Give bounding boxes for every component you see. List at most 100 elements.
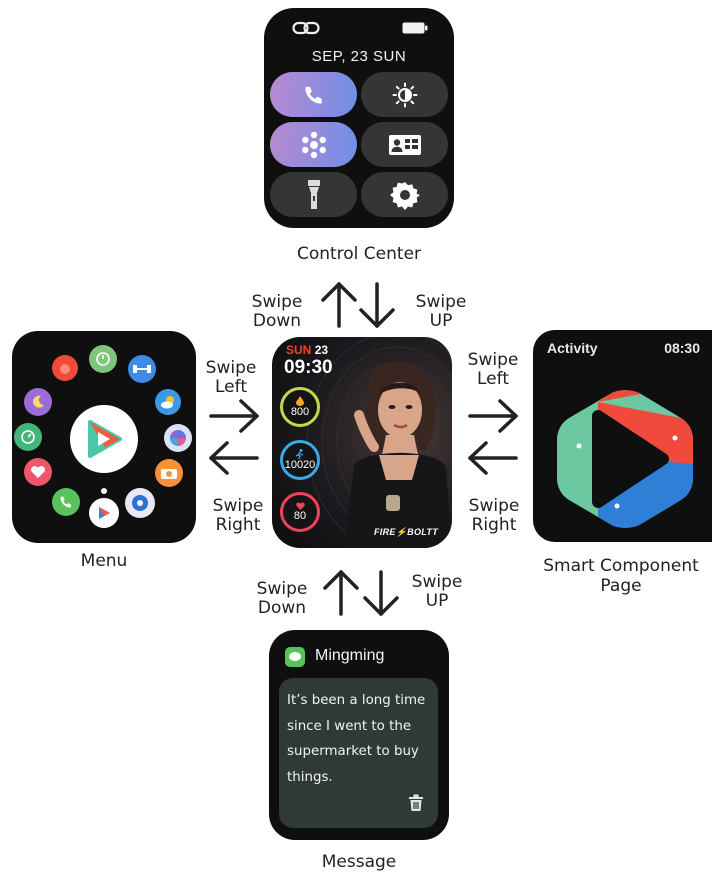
- message-line: It’s been a long time: [287, 693, 426, 708]
- gesture-direction: Right: [215, 515, 261, 535]
- time-display: 09:30: [284, 357, 333, 378]
- steps-value: 10020: [284, 459, 316, 471]
- smart-caption-line1: Smart Component: [543, 556, 699, 576]
- camera-app[interactable]: [155, 459, 183, 487]
- status-bar: [292, 20, 428, 38]
- message-watch: Mingming It’s been a long time since I w…: [269, 630, 449, 840]
- flashlight-tile[interactable]: [270, 172, 357, 217]
- id-card-tile[interactable]: [361, 122, 448, 167]
- vertical-arrows-top: [321, 282, 395, 328]
- brightness-icon: [392, 82, 418, 108]
- flashlight-icon: [307, 179, 321, 211]
- gesture-right-bottom: Swipe Right: [462, 497, 526, 535]
- sleep-app[interactable]: [24, 388, 52, 416]
- activity-title: Activity: [547, 340, 598, 356]
- tomato-icon: [58, 361, 72, 375]
- gesture-word: Swipe: [251, 292, 303, 312]
- day-number: 23: [314, 343, 329, 357]
- clock-icon: [95, 351, 111, 367]
- gesture-direction: UP: [429, 311, 453, 331]
- message-line: things.: [287, 769, 333, 785]
- menu-caption: Menu: [80, 551, 128, 571]
- gesture-top-right: Swipe UP: [410, 293, 472, 331]
- compass-icon: [130, 493, 150, 513]
- settings-tile[interactable]: [361, 172, 448, 217]
- runner-icon: [295, 449, 305, 459]
- play-icon: [84, 418, 124, 460]
- gesture-word: Swipe: [205, 358, 257, 378]
- phone-icon: [303, 84, 325, 106]
- compass-app[interactable]: [125, 488, 155, 518]
- pinwheel-icon: [169, 429, 187, 447]
- date-display: SUN 23: [286, 343, 328, 357]
- message-app-icon: [285, 647, 305, 667]
- phone-tile[interactable]: [270, 72, 357, 117]
- gesture-left-bottom: Swipe Right: [206, 497, 270, 535]
- dots-tile[interactable]: [270, 122, 357, 167]
- gauge-app[interactable]: [14, 423, 42, 451]
- activity-hexagon: [557, 390, 693, 528]
- dumbbell-app[interactable]: [128, 355, 156, 383]
- message-caption: Message: [321, 852, 397, 872]
- smart-caption-line2: Page: [600, 576, 642, 596]
- smart-component-watch: Activity 08:30: [533, 330, 712, 542]
- gear-icon: [389, 180, 420, 210]
- gesture-word: Swipe: [256, 579, 308, 599]
- page-dot: [101, 488, 107, 494]
- clock-app[interactable]: [89, 345, 117, 373]
- gesture-word: Swipe: [467, 350, 519, 370]
- link-icon: [292, 20, 320, 36]
- brightness-tile[interactable]: [361, 72, 448, 117]
- gesture-word: Swipe: [468, 496, 520, 516]
- smart-caption: Smart Component Page: [530, 556, 712, 596]
- heart-icon: [295, 502, 305, 510]
- message-line: since I went to the: [287, 718, 412, 734]
- gesture-direction: UP: [425, 591, 449, 611]
- steps-ring[interactable]: 10020: [280, 440, 320, 480]
- heart-rate-icon: [30, 465, 46, 479]
- heart-value: 80: [293, 510, 307, 522]
- heart-ring[interactable]: 80: [280, 492, 320, 532]
- gesture-bottom-right: Swipe UP: [406, 573, 468, 611]
- dumbbell-icon: [133, 364, 151, 374]
- horizontal-arrows-right: [468, 399, 518, 475]
- play-small-app[interactable]: [89, 498, 119, 528]
- message-sender: Mingming: [315, 647, 385, 664]
- message-card[interactable]: It’s been a long time since I went to th…: [279, 678, 438, 828]
- weather-app[interactable]: [155, 389, 181, 415]
- message-line: supermarket to buy: [287, 744, 419, 759]
- gesture-direction: Left: [215, 377, 247, 397]
- horizontal-arrows-left: [209, 399, 259, 475]
- calories-ring[interactable]: 800: [280, 387, 320, 427]
- control-center-watch: SEP, 23 SUN: [264, 8, 454, 228]
- brand-logo: FIRE⚡BOLTT: [373, 527, 438, 537]
- main-watch-face[interactable]: SUN 23 09:30 800 10020 80 FIRE⚡BOLTT: [272, 337, 452, 548]
- camera-icon: [161, 467, 177, 479]
- pinwheel-app[interactable]: [164, 424, 192, 452]
- weather-icon: [160, 395, 176, 409]
- vertical-arrows-bottom: [323, 570, 399, 616]
- control-center-caption: Control Center: [296, 244, 422, 264]
- moon-icon: [31, 395, 45, 409]
- trash-icon[interactable]: [408, 794, 424, 812]
- message-body: It’s been a long time since I went to th…: [287, 688, 432, 790]
- portrait-image: [344, 361, 452, 548]
- phone-app[interactable]: [52, 488, 80, 516]
- gesture-word: Swipe: [212, 496, 264, 516]
- gauge-icon: [20, 429, 36, 445]
- tomato-app[interactable]: [52, 355, 78, 381]
- id-card-icon: [388, 134, 422, 156]
- play-small-icon: [96, 505, 112, 521]
- gesture-word: Swipe: [411, 572, 463, 592]
- gesture-right-top: Swipe Left: [462, 351, 524, 389]
- gesture-direction: Left: [477, 369, 509, 389]
- activity-time: 08:30: [664, 340, 700, 356]
- play-app[interactable]: [70, 405, 138, 473]
- gesture-direction: Down: [252, 311, 302, 331]
- gesture-bottom-left: Swipe Down: [252, 580, 312, 618]
- day-name: SUN: [286, 343, 312, 357]
- gesture-left-top: Swipe Left: [200, 359, 262, 397]
- gesture-top-left: Swipe Down: [248, 293, 306, 331]
- date-label: SEP, 23 SUN: [311, 48, 407, 65]
- heart-rate-app[interactable]: [24, 458, 52, 486]
